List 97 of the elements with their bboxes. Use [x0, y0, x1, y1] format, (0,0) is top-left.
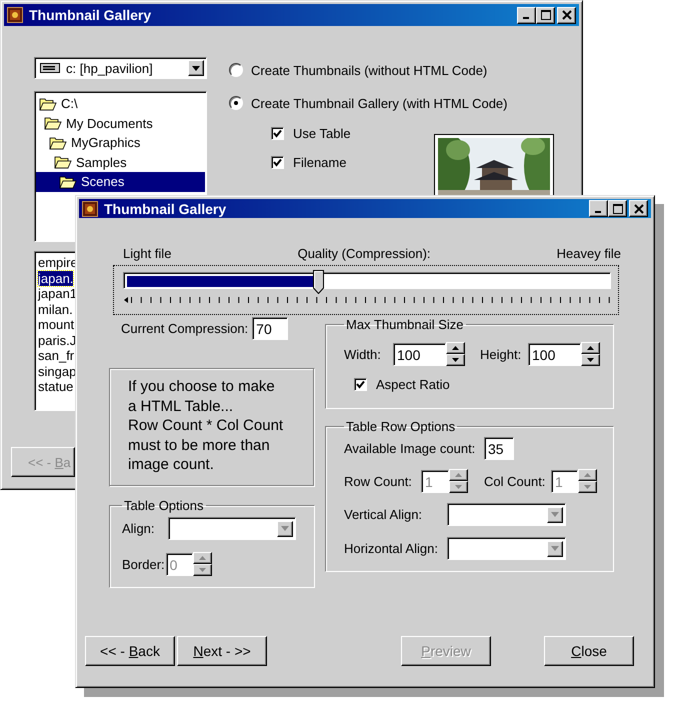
folder-icon [54, 155, 72, 170]
folder-item[interactable]: My Documents [36, 114, 205, 133]
close-icon [562, 10, 572, 20]
radio-button[interactable] [229, 96, 243, 110]
minimize-button[interactable] [517, 6, 536, 24]
caret-down-icon [584, 485, 591, 489]
compression-field[interactable]: 70 [252, 316, 288, 340]
spin-up-button[interactable] [581, 342, 600, 354]
field-label: Height: [480, 346, 522, 362]
folder-item[interactable]: Scenes [36, 172, 205, 192]
caret-up-icon [587, 346, 594, 350]
file-item[interactable]: milan. [38, 302, 73, 317]
radio-button[interactable] [229, 63, 243, 77]
quality-slider[interactable] [113, 265, 619, 315]
field-label: Current Compression: [121, 320, 248, 336]
maximize-button[interactable] [536, 6, 555, 24]
wizard-button[interactable]: Next - >> [177, 636, 267, 666]
checkbox-label: Use Table [293, 126, 351, 140]
maximize-button[interactable] [608, 200, 627, 217]
drive-icon [40, 63, 60, 73]
field-label: Width: [344, 346, 382, 362]
caret-up-icon [452, 346, 459, 350]
window-title: Thumbnail Gallery [29, 7, 152, 23]
dropdown-button[interactable] [188, 60, 204, 76]
checkbox[interactable] [354, 378, 367, 390]
info-note: If you choose to make a HTML Table... Row Count * Col Count must to be more than image count. [109, 368, 315, 487]
close-button[interactable] [557, 6, 576, 24]
app-icon [82, 200, 98, 216]
folder-item[interactable]: Samples [36, 152, 205, 172]
spin-up-button[interactable] [449, 469, 468, 481]
spin-up-button[interactable] [446, 342, 465, 354]
file-item[interactable]: japan1 [38, 286, 78, 302]
checkbox[interactable] [271, 156, 284, 168]
field-label: Available Image count: [344, 441, 476, 456]
folder-icon [49, 136, 67, 150]
file-item[interactable]: mount [38, 317, 74, 332]
close-icon [634, 204, 644, 214]
drive-dropdown[interactable]: c: [hp_pavilion] [34, 57, 207, 79]
spin-up-button[interactable] [192, 552, 212, 564]
field-label: Border: [122, 556, 165, 572]
caret-up-icon [455, 473, 462, 477]
group-title: Max Thumbnail Size [345, 317, 465, 332]
caret-down-icon [281, 526, 289, 531]
spin-down-button[interactable] [446, 354, 465, 366]
field-label: Horizontal Align: [344, 541, 439, 556]
caret-up-icon [198, 556, 206, 560]
caret-down-icon [452, 358, 459, 362]
slider-title: Quality (Compression): [298, 246, 431, 263]
maximize-icon [612, 204, 622, 214]
maximize-icon [540, 10, 550, 20]
field-label: Vertical Align: [344, 507, 424, 522]
image-count-field[interactable]: 35 [484, 437, 514, 460]
group-title: Table Options [123, 498, 204, 513]
field-label: Align: [122, 521, 156, 536]
folder-icon [44, 116, 62, 130]
checkbox[interactable] [271, 126, 284, 140]
checkbox-label: Filename [293, 154, 346, 170]
folder-icon [39, 96, 57, 111]
caret-down-icon [192, 66, 200, 70]
caret-down-icon [587, 358, 594, 362]
file-item[interactable]: japan. [38, 270, 74, 286]
slider-min-label: Light file [123, 246, 172, 263]
spin-up-button[interactable] [578, 469, 597, 481]
field-label: Row Count: [344, 474, 413, 488]
spin-down-button[interactable] [192, 564, 212, 576]
caret-up-icon [584, 473, 591, 477]
spin-down-button[interactable] [578, 481, 597, 493]
minimize-icon [522, 17, 528, 19]
file-item[interactable]: san_fr [38, 348, 74, 364]
file-item[interactable]: statue [38, 379, 74, 394]
slider-max-label: Heavey file [556, 246, 621, 263]
minimize-icon [594, 210, 600, 212]
app-icon [7, 7, 23, 23]
close-button[interactable] [629, 200, 648, 217]
slider-thumb[interactable] [313, 270, 324, 294]
group-title: Table Row Options [345, 419, 456, 434]
radio-label: Create Thumbnail Gallery (with HTML Code) [251, 96, 508, 110]
spin-down-button[interactable] [581, 354, 600, 366]
field-label: Col Count: [484, 474, 546, 488]
caret-down-icon [551, 546, 559, 551]
width-field[interactable]: 100 [393, 342, 446, 366]
minimize-button[interactable] [589, 200, 608, 217]
wizard-button[interactable]: Close [544, 636, 634, 666]
folder-item[interactable]: MyGraphics [36, 133, 205, 152]
file-item[interactable]: paris.J [38, 332, 76, 348]
spin-down-button[interactable] [449, 481, 468, 493]
caret-down-icon [551, 512, 559, 517]
folder-icon [59, 174, 77, 189]
height-field[interactable]: 100 [528, 342, 581, 366]
folder-item[interactable]: C:\ [36, 94, 205, 114]
radio-label: Create Thumbnails (without HTML Code) [251, 62, 488, 78]
file-item[interactable]: singap [38, 364, 76, 379]
window-title: Thumbnail Gallery [104, 200, 226, 216]
caret-down-icon [198, 568, 206, 572]
checkbox-label: Aspect Ratio [376, 376, 450, 392]
wizard-button[interactable]: << - Back [85, 636, 175, 666]
caret-down-icon [455, 485, 462, 489]
